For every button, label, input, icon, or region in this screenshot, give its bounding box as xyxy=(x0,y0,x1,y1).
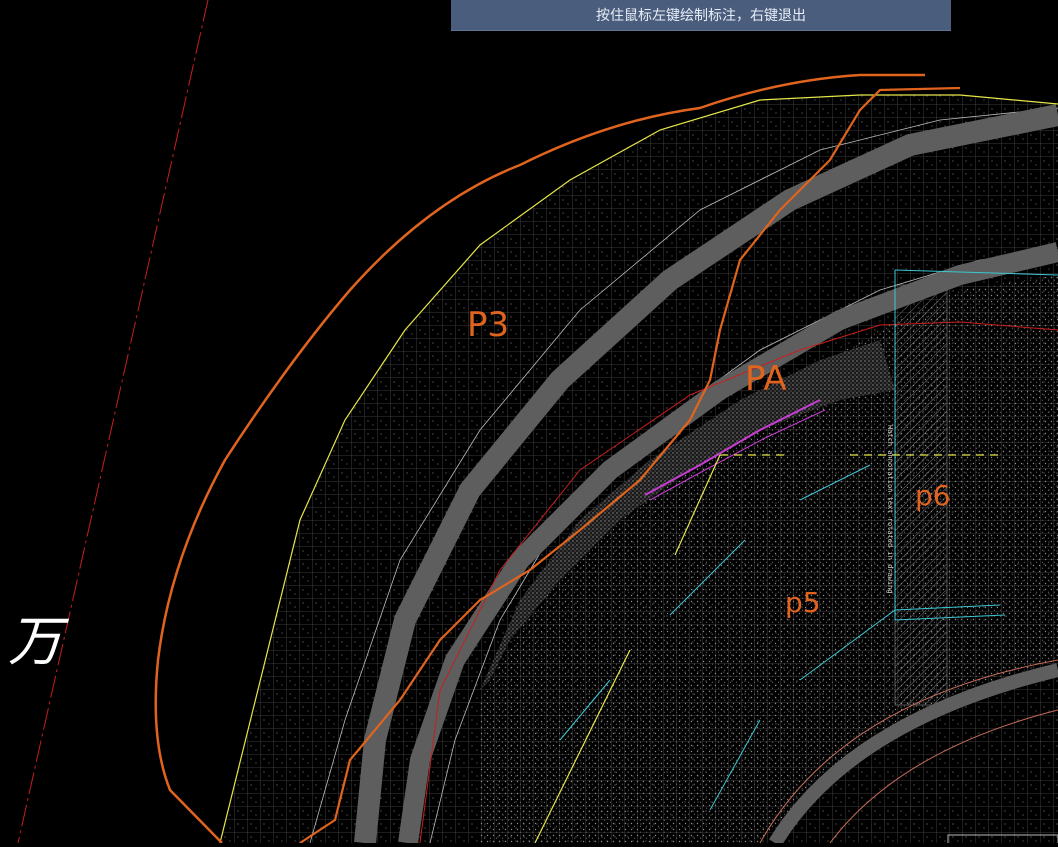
command-hint-text: 按住鼠标左键绘制标注，右键退出 xyxy=(596,8,806,24)
cad-canvas[interactable]: P3 PA p5 p6 Hatch annotation text rotate… xyxy=(0,0,1058,847)
label-p6: p6 xyxy=(915,479,951,512)
cad-viewport[interactable]: P3 PA p5 p6 Hatch annotation text rotate… xyxy=(0,0,1058,847)
char-label: 万 xyxy=(8,610,70,673)
vertical-annotation: Hatch annotation text rotated in drawing xyxy=(886,425,894,594)
label-p3: P3 xyxy=(467,305,509,345)
label-pa: PA xyxy=(745,359,787,399)
command-hint-bar: 按住鼠标左键绘制标注，右键退出 xyxy=(451,0,951,31)
label-p5: p5 xyxy=(785,586,821,619)
red-axis-line xyxy=(17,0,209,844)
